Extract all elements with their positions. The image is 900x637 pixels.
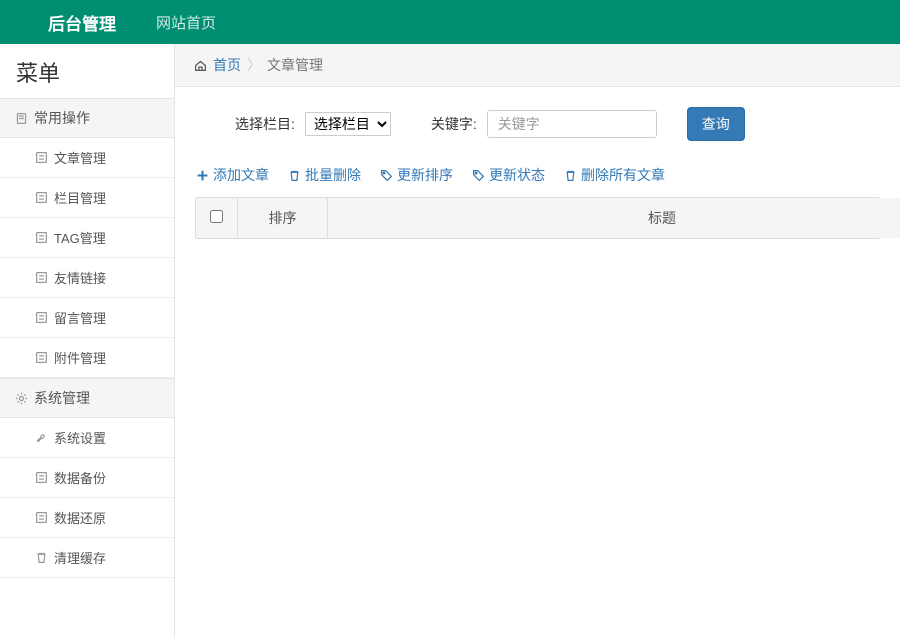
list-icon [34, 271, 48, 285]
sidebar-item-article-manage[interactable]: 文章管理 [0, 138, 174, 178]
sidebar-item-friend-link[interactable]: 友情链接 [0, 258, 174, 298]
sidebar-item-data-restore[interactable]: 数据还原 [0, 498, 174, 538]
breadcrumb-current: 文章管理 [267, 55, 323, 75]
tag-icon [471, 168, 485, 182]
list-icon [34, 511, 48, 525]
update-sort-link[interactable]: 更新排序 [379, 165, 453, 185]
sidebar-item-system-settings[interactable]: 系统设置 [0, 418, 174, 458]
sidebar-item-message-manage[interactable]: 留言管理 [0, 298, 174, 338]
col-header-title: 标题 [328, 198, 900, 238]
trash-icon [34, 551, 48, 565]
sidebar-item-label: 清理缓存 [54, 548, 106, 567]
sidebar-item-label: 栏目管理 [54, 188, 106, 207]
column-select[interactable]: 选择栏目 [305, 112, 391, 136]
wrench-icon [34, 431, 48, 445]
home-icon [193, 58, 207, 72]
keyword-input[interactable] [487, 110, 657, 138]
sidebar-item-label: 系统设置 [54, 428, 106, 447]
top-navbar: 后台管理 网站首页 [0, 0, 900, 44]
sidebar-item-label: 友情链接 [54, 268, 106, 287]
sidebar-group-common[interactable]: 常用操作 [0, 98, 174, 138]
breadcrumb-separator: 〉 [247, 55, 261, 75]
sidebar-item-clear-cache[interactable]: 清理缓存 [0, 538, 174, 578]
col-header-checkbox [196, 198, 238, 238]
sidebar-item-column-manage[interactable]: 栏目管理 [0, 178, 174, 218]
search-button[interactable]: 查询 [687, 107, 745, 141]
list-icon [34, 471, 48, 485]
sidebar-title: 菜单 [0, 44, 174, 98]
sidebar-item-tag-manage[interactable]: TAG管理 [0, 218, 174, 258]
main-content: 首页 〉 文章管理 选择栏目: 选择栏目 关键字: 查询 添加文章 批量删除 [175, 44, 900, 637]
sidebar-item-data-backup[interactable]: 数据备份 [0, 458, 174, 498]
sidebar-item-label: 留言管理 [54, 308, 106, 327]
list-icon [34, 311, 48, 325]
keyword-label: 关键字: [431, 114, 477, 134]
tag-icon [379, 168, 393, 182]
breadcrumb-home-link[interactable]: 首页 [213, 55, 241, 75]
bulk-delete-link[interactable]: 批量删除 [287, 165, 361, 185]
gear-icon [14, 391, 28, 405]
article-table: 排序 标题 [195, 197, 880, 239]
sidebar: 菜单 常用操作 文章管理 栏目管理 TAG管理 友情链接 留言管理 [0, 44, 175, 637]
sidebar-item-attachment-manage[interactable]: 附件管理 [0, 338, 174, 378]
sidebar-item-label: 数据还原 [54, 508, 106, 527]
add-article-link[interactable]: 添加文章 [195, 165, 269, 185]
update-status-link[interactable]: 更新状态 [471, 165, 545, 185]
column-select-label: 选择栏目: [235, 114, 295, 134]
select-all-checkbox[interactable] [210, 210, 223, 223]
nav-home-link[interactable]: 网站首页 [140, 12, 232, 33]
filter-row: 选择栏目: 选择栏目 关键字: 查询 [175, 87, 900, 155]
sidebar-item-label: 文章管理 [54, 148, 106, 167]
list-icon [34, 151, 48, 165]
list-icon [34, 231, 48, 245]
list-icon [34, 191, 48, 205]
breadcrumb: 首页 〉 文章管理 [175, 44, 900, 87]
sidebar-item-label: TAG管理 [54, 228, 106, 247]
trash-icon [563, 168, 577, 182]
file-icon [14, 111, 28, 125]
action-bar: 添加文章 批量删除 更新排序 更新状态 删除所有文章 [175, 155, 900, 197]
plus-icon [195, 168, 209, 182]
delete-all-link[interactable]: 删除所有文章 [563, 165, 665, 185]
trash-icon [287, 168, 301, 182]
sidebar-group-label: 常用操作 [34, 108, 90, 128]
col-header-sort: 排序 [238, 198, 328, 238]
sidebar-group-system[interactable]: 系统管理 [0, 378, 174, 418]
brand-title: 后台管理 [0, 10, 140, 35]
list-icon [34, 351, 48, 365]
sidebar-group-label: 系统管理 [34, 388, 90, 408]
sidebar-item-label: 数据备份 [54, 468, 106, 487]
sidebar-item-label: 附件管理 [54, 348, 106, 367]
